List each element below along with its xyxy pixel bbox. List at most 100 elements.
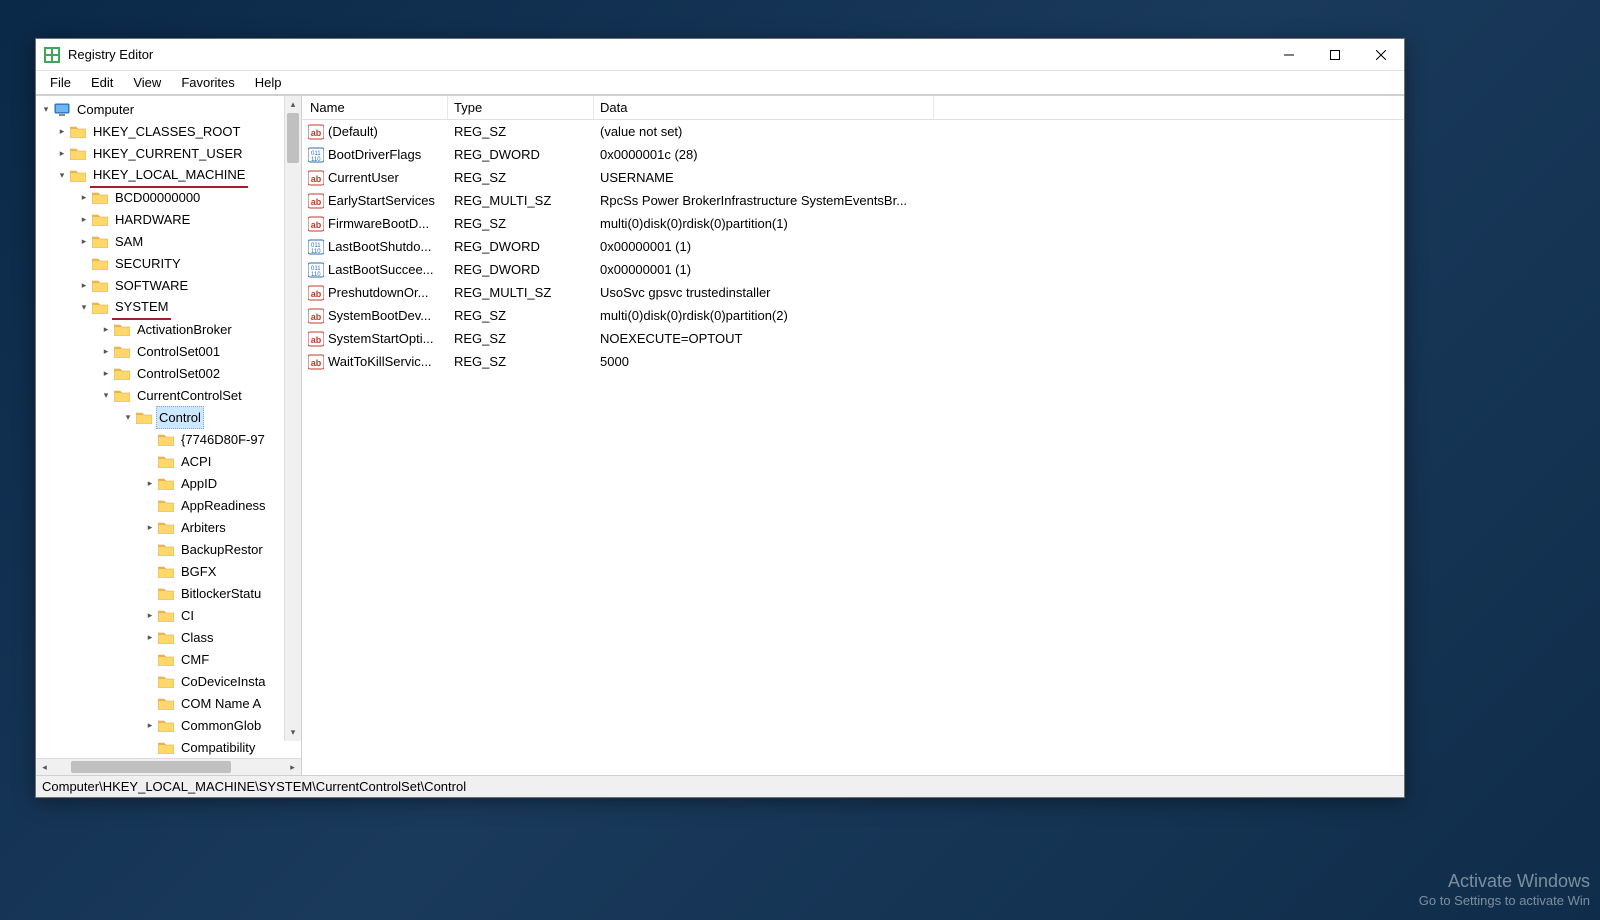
scroll-thumb[interactable] — [71, 761, 231, 773]
expander-hkcu[interactable]: ▸ — [56, 147, 68, 159]
column-name[interactable]: Name — [302, 96, 448, 119]
tree-computer[interactable]: Computer — [74, 98, 137, 121]
scroll-thumb[interactable] — [287, 113, 299, 163]
value-row[interactable]: CurrentUserREG_SZUSERNAME — [302, 166, 1404, 189]
value-row[interactable]: BootDriverFlagsREG_DWORD0x0000001c (28) — [302, 143, 1404, 166]
binary-value-icon — [308, 262, 324, 278]
window-title: Registry Editor — [68, 47, 153, 62]
expander-cs002[interactable]: ▸ — [100, 367, 112, 379]
tree-bitlocker[interactable]: BitlockerStatu — [178, 582, 264, 605]
value-row[interactable]: (Default)REG_SZ(value not set) — [302, 120, 1404, 143]
body: ▾ Computer ▸ HKEY_CLASSES_ROOT ▸ HK — [36, 95, 1404, 775]
expander-arbiters[interactable]: ▸ — [144, 521, 156, 533]
tree-horizontal-scrollbar[interactable]: ◂ ▸ — [36, 758, 301, 775]
expander-bcd[interactable]: ▸ — [78, 191, 90, 203]
tree-activationbroker[interactable]: ActivationBroker — [134, 318, 235, 341]
menu-favorites[interactable]: Favorites — [171, 73, 244, 92]
value-row[interactable]: FirmwareBootD...REG_SZmulti(0)disk(0)rdi… — [302, 212, 1404, 235]
menu-help[interactable]: Help — [245, 73, 292, 92]
tree-bcd[interactable]: BCD00000000 — [112, 186, 203, 209]
tree-ci[interactable]: CI — [178, 604, 197, 627]
expander-commonglob[interactable]: ▸ — [144, 719, 156, 731]
tree-arbiters[interactable]: Arbiters — [178, 516, 229, 539]
value-row[interactable]: LastBootShutdo...REG_DWORD0x00000001 (1) — [302, 235, 1404, 258]
expander-computer[interactable]: ▾ — [40, 103, 52, 115]
folder-icon — [158, 498, 174, 512]
tree-ccs[interactable]: CurrentControlSet — [134, 384, 245, 407]
statusbar: Computer\HKEY_LOCAL_MACHINE\SYSTEM\Curre… — [36, 775, 1404, 797]
value-row[interactable]: WaitToKillServic...REG_SZ5000 — [302, 350, 1404, 373]
value-row[interactable]: EarlyStartServicesREG_MULTI_SZRpcSs Powe… — [302, 189, 1404, 212]
expander-system[interactable]: ▾ — [78, 301, 90, 313]
list-rows[interactable]: (Default)REG_SZ(value not set)BootDriver… — [302, 120, 1404, 775]
tree-security[interactable]: SECURITY — [112, 252, 184, 275]
activate-windows-watermark: Activate Windows Go to Settings to activ… — [1419, 870, 1590, 910]
tree-cmf[interactable]: CMF — [178, 648, 212, 671]
tree-appid[interactable]: AppID — [178, 472, 220, 495]
menu-view[interactable]: View — [123, 73, 171, 92]
folder-icon — [158, 520, 174, 534]
column-data[interactable]: Data — [594, 96, 934, 119]
tree-hardware[interactable]: HARDWARE — [112, 208, 193, 231]
tree-hklm[interactable]: HKEY_LOCAL_MACHINE — [90, 163, 248, 188]
expander-hklm[interactable]: ▾ — [56, 169, 68, 181]
expander-sam[interactable]: ▸ — [78, 235, 90, 247]
tree-guid[interactable]: {7746D80F-97 — [178, 428, 268, 451]
folder-icon — [158, 586, 174, 600]
value-data: RpcSs Power BrokerInfrastructure SystemE… — [594, 193, 934, 208]
value-row[interactable]: LastBootSuccee...REG_DWORD0x00000001 (1) — [302, 258, 1404, 281]
folder-icon — [158, 476, 174, 490]
tree-software[interactable]: SOFTWARE — [112, 274, 191, 297]
tree-comname[interactable]: COM Name A — [178, 692, 264, 715]
tree-bgfx[interactable]: BGFX — [178, 560, 219, 583]
expander-hardware[interactable]: ▸ — [78, 213, 90, 225]
tree-cs002[interactable]: ControlSet002 — [134, 362, 223, 385]
expander-software[interactable]: ▸ — [78, 279, 90, 291]
value-row[interactable]: PreshutdownOr...REG_MULTI_SZUsoSvc gpsvc… — [302, 281, 1404, 304]
folder-icon — [92, 190, 108, 204]
scroll-left-icon[interactable]: ◂ — [36, 762, 53, 773]
expander-appid[interactable]: ▸ — [144, 477, 156, 489]
expander-ccs[interactable]: ▾ — [100, 389, 112, 401]
value-row[interactable]: SystemStartOpti...REG_SZ NOEXECUTE=OPTOU… — [302, 327, 1404, 350]
expander-class[interactable]: ▸ — [144, 631, 156, 643]
scroll-right-icon[interactable]: ▸ — [284, 762, 301, 773]
scroll-up-icon[interactable]: ▴ — [285, 96, 301, 113]
expander-control[interactable]: ▾ — [122, 411, 134, 423]
value-type: REG_SZ — [448, 124, 594, 139]
tree-cs001[interactable]: ControlSet001 — [134, 340, 223, 363]
tree-hkcu[interactable]: HKEY_CURRENT_USER — [90, 142, 246, 165]
menu-edit[interactable]: Edit — [81, 73, 123, 92]
tree-acpi[interactable]: ACPI — [178, 450, 214, 473]
value-data: 0x00000001 (1) — [594, 262, 934, 277]
expander-cs001[interactable]: ▸ — [100, 345, 112, 357]
string-value-icon — [308, 216, 324, 232]
value-data: 0x0000001c (28) — [594, 147, 934, 162]
menu-file[interactable]: File — [40, 73, 81, 92]
folder-icon — [158, 674, 174, 688]
tree-commonglob[interactable]: CommonGlob — [178, 714, 264, 737]
tree-backuprestore[interactable]: BackupRestor — [178, 538, 266, 561]
tree-hkcr[interactable]: HKEY_CLASSES_ROOT — [90, 120, 243, 143]
expander-hkcr[interactable]: ▸ — [56, 125, 68, 137]
string-value-icon — [308, 354, 324, 370]
close-button[interactable] — [1358, 39, 1404, 71]
expander-activationbroker[interactable]: ▸ — [100, 323, 112, 335]
maximize-button[interactable] — [1312, 39, 1358, 71]
status-path: Computer\HKEY_LOCAL_MACHINE\SYSTEM\Curre… — [42, 779, 466, 794]
tree-codevice[interactable]: CoDeviceInsta — [178, 670, 269, 693]
tree-view[interactable]: ▾ Computer ▸ HKEY_CLASSES_ROOT ▸ HK — [36, 96, 301, 758]
tree-sam[interactable]: SAM — [112, 230, 146, 253]
registry-editor-window: Registry Editor File Edit View Favorites… — [35, 38, 1405, 798]
expander-ci[interactable]: ▸ — [144, 609, 156, 621]
tree-class[interactable]: Class — [178, 626, 217, 649]
tree-vertical-scrollbar[interactable]: ▴ ▾ — [284, 96, 301, 741]
value-row[interactable]: SystemBootDev...REG_SZmulti(0)disk(0)rdi… — [302, 304, 1404, 327]
minimize-button[interactable] — [1266, 39, 1312, 71]
scroll-down-icon[interactable]: ▾ — [285, 724, 301, 741]
tree-appreadiness[interactable]: AppReadiness — [178, 494, 269, 517]
tree-control[interactable]: Control — [156, 406, 204, 429]
tree-system[interactable]: SYSTEM — [112, 295, 171, 320]
column-type[interactable]: Type — [448, 96, 594, 119]
tree-compat[interactable]: Compatibility — [178, 736, 258, 759]
